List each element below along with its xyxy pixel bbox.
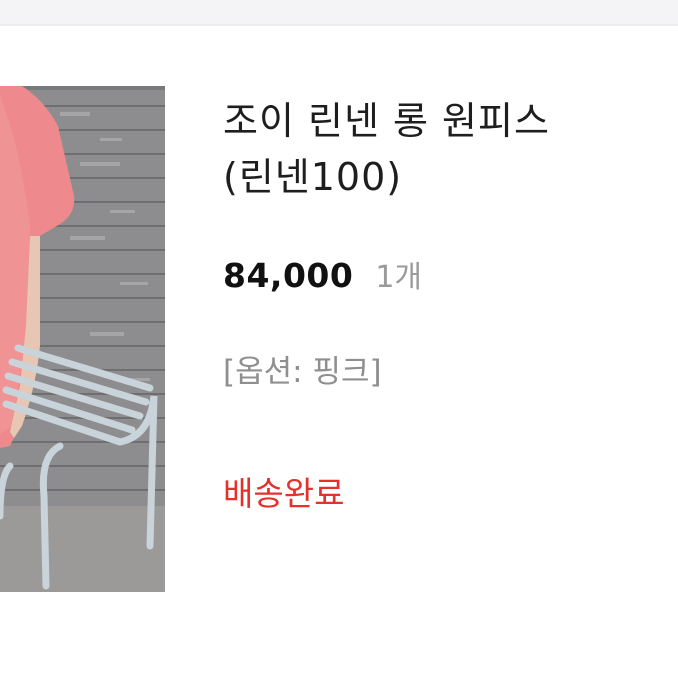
product-price: 84,000 — [223, 256, 354, 295]
product-title-line2: (린넨100) — [223, 155, 403, 199]
product-title-line1: 조이 린넨 롱 원피스 — [223, 99, 550, 143]
delivery-status: 배송완료 — [223, 474, 345, 513]
product-title[interactable]: 조이 린넨 롱 원피스 (린넨100) — [223, 93, 653, 205]
product-option: [옵션: 핑크] — [223, 354, 382, 390]
product-quantity: 1개 — [375, 260, 423, 295]
price-row: 84,000 1개 — [223, 252, 422, 296]
divider — [0, 24, 678, 26]
product-image[interactable] — [0, 86, 165, 592]
top-bar — [0, 0, 678, 24]
